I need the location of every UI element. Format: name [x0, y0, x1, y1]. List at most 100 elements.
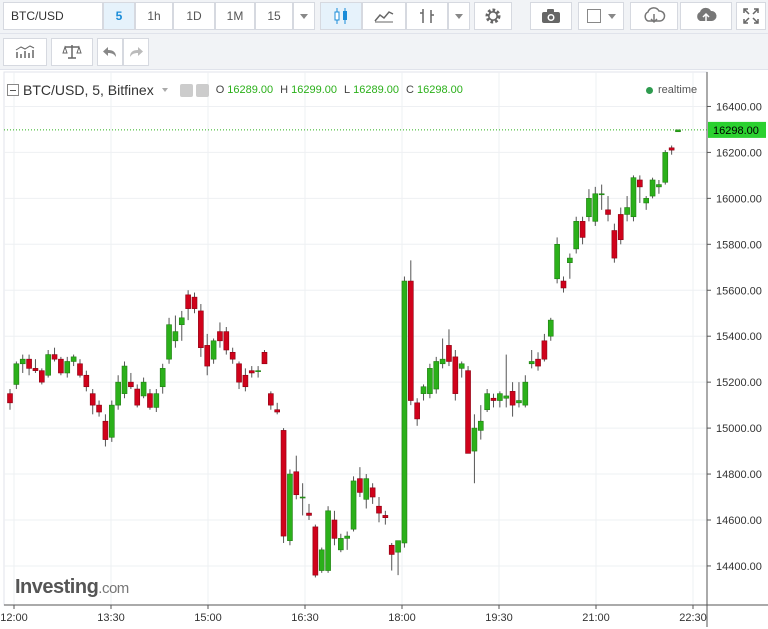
candle-body[interactable]	[331, 519, 338, 539]
interval-1h-button[interactable]: 1h	[135, 2, 173, 30]
candle-body[interactable]	[217, 331, 223, 342]
candle-body[interactable]	[19, 358, 26, 365]
candle-body[interactable]	[13, 363, 20, 385]
candle-body[interactable]	[242, 374, 249, 388]
candle-body[interactable]	[325, 510, 331, 571]
save-chart-button[interactable]	[680, 2, 732, 30]
candle-body[interactable]	[83, 374, 90, 388]
candle-body[interactable]	[58, 358, 64, 374]
candle-body[interactable]	[274, 409, 281, 413]
candle-body[interactable]	[77, 363, 83, 376]
candle-body[interactable]	[369, 487, 376, 498]
candle-body[interactable]	[420, 386, 427, 394]
candle-body[interactable]	[210, 340, 217, 360]
candle-body[interactable]	[541, 340, 548, 360]
candle-body[interactable]	[229, 351, 236, 360]
candle-body[interactable]	[344, 535, 350, 539]
candle-body[interactable]	[675, 129, 681, 133]
candle-body[interactable]	[407, 280, 414, 401]
chart-type-dropdown-button[interactable]	[448, 2, 470, 30]
candle-body[interactable]	[605, 209, 611, 215]
candle-body[interactable]	[509, 391, 516, 406]
candle-body[interactable]	[668, 147, 675, 151]
candle-body[interactable]	[637, 179, 643, 188]
candle-body[interactable]	[39, 370, 45, 383]
candle-body[interactable]	[172, 331, 179, 342]
compare-button[interactable]	[51, 38, 93, 66]
candle-body[interactable]	[166, 324, 172, 360]
candle-body[interactable]	[452, 356, 459, 394]
candle-body[interactable]	[51, 354, 58, 360]
candle-body[interactable]	[497, 393, 503, 401]
fullscreen-button[interactable]	[736, 2, 766, 30]
candle-body[interactable]	[26, 358, 32, 369]
candle-body[interactable]	[579, 221, 586, 238]
candle-body[interactable]	[458, 363, 465, 369]
candle-body[interactable]	[32, 368, 39, 371]
candle-body[interactable]	[159, 368, 166, 388]
candle-body[interactable]	[656, 184, 662, 188]
candle-body[interactable]	[433, 361, 440, 390]
candle-body[interactable]	[255, 370, 261, 372]
candle-body[interactable]	[236, 363, 242, 383]
snapshot-button[interactable]	[530, 2, 572, 30]
candle-body[interactable]	[204, 345, 211, 367]
price-chart[interactable]: 14400.00 14600.00 14800.00 15000.00 15200.00…	[0, 71, 768, 629]
candle-body[interactable]	[318, 549, 325, 571]
settings-button[interactable]	[474, 2, 512, 30]
candle-body[interactable]	[248, 370, 255, 374]
candle-body[interactable]	[624, 207, 630, 215]
candle-body[interactable]	[357, 478, 363, 493]
candle-body[interactable]	[128, 381, 134, 388]
line-style-button[interactable]	[362, 2, 406, 30]
candle-body[interactable]	[312, 526, 319, 576]
candle-body[interactable]	[121, 365, 128, 394]
candle-body[interactable]	[586, 198, 592, 218]
candle-body[interactable]	[427, 368, 433, 394]
candle-body[interactable]	[363, 478, 370, 500]
compare-box-button[interactable]	[578, 2, 624, 30]
candle-body[interactable]	[471, 427, 478, 452]
indicators-button[interactable]	[3, 38, 47, 66]
candle-body[interactable]	[268, 393, 274, 406]
candle-body[interactable]	[115, 381, 121, 406]
candle-body[interactable]	[477, 420, 484, 431]
candle-body[interactable]	[388, 544, 395, 555]
candle-body[interactable]	[611, 230, 618, 259]
symbol-search-input[interactable]: BTC/USD	[3, 2, 103, 30]
candle-body[interactable]	[306, 512, 312, 516]
candle-body[interactable]	[223, 331, 230, 351]
candle-body[interactable]	[573, 221, 580, 250]
candle-body[interactable]	[662, 152, 669, 183]
candle-body[interactable]	[299, 496, 306, 499]
candle-body[interactable]	[338, 538, 344, 551]
candle-body[interactable]	[535, 358, 541, 367]
candle-body[interactable]	[191, 296, 198, 309]
candle-body[interactable]	[108, 404, 115, 438]
candle-body[interactable]	[140, 381, 147, 397]
candle-body[interactable]	[401, 280, 408, 544]
candle-body[interactable]	[147, 393, 153, 408]
candle-body[interactable]	[567, 257, 573, 263]
candle-body[interactable]	[547, 319, 554, 337]
candle-body[interactable]	[280, 430, 287, 537]
redo-button[interactable]	[123, 38, 149, 66]
candle-body[interactable]	[395, 540, 401, 553]
candle-body[interactable]	[446, 345, 452, 362]
candle-body[interactable]	[350, 480, 357, 530]
collapse-legend-icon[interactable]	[7, 84, 19, 96]
candle-body[interactable]	[153, 393, 160, 408]
candle-body[interactable]	[7, 393, 13, 404]
candle-body[interactable]	[598, 193, 605, 196]
candle-body[interactable]	[102, 420, 109, 440]
interval-1m-button[interactable]: 1M	[215, 2, 255, 30]
load-chart-button[interactable]	[630, 2, 678, 30]
candle-body[interactable]	[643, 198, 649, 204]
candle-body[interactable]	[439, 358, 446, 365]
candle-body[interactable]	[287, 473, 293, 541]
candlestick-style-button[interactable]	[320, 2, 362, 30]
candle-body[interactable]	[630, 177, 637, 218]
gear-icon[interactable]	[195, 83, 209, 97]
candle-body[interactable]	[414, 402, 420, 420]
candle-body[interactable]	[185, 294, 191, 309]
